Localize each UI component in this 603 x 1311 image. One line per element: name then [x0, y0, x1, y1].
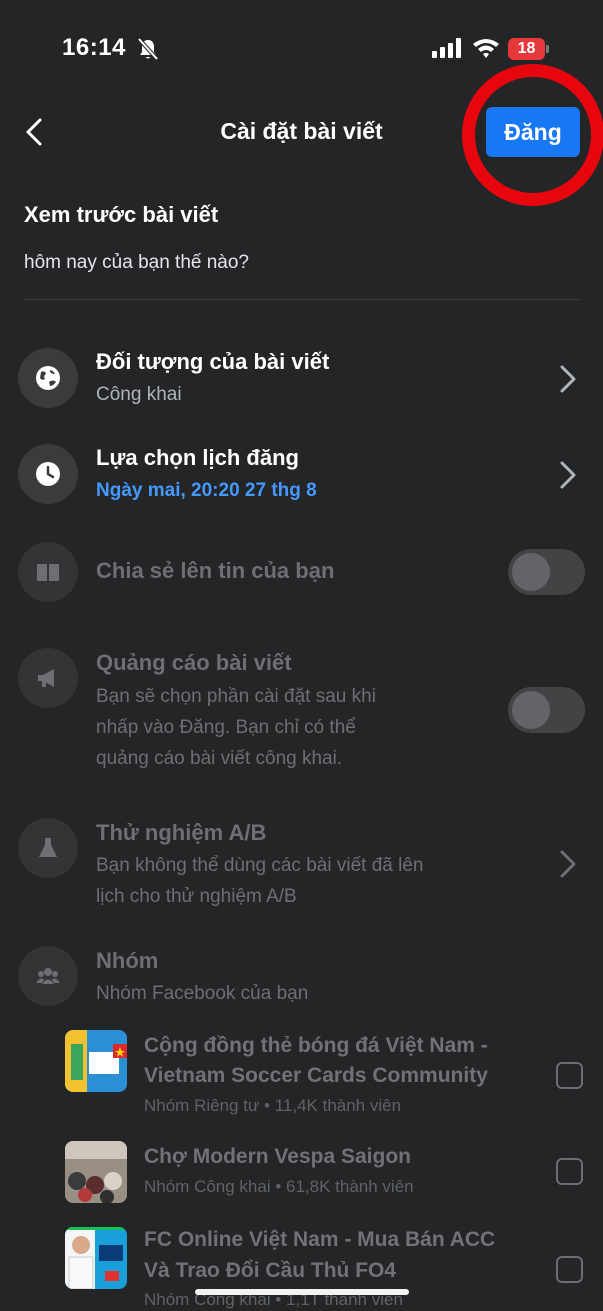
schedule-value: Ngày mai, 20:20 27 thg 8 [96, 480, 317, 501]
share-story-toggle[interactable] [508, 549, 585, 595]
group-checkbox[interactable] [556, 1256, 583, 1283]
divider [24, 299, 579, 300]
audience-title: Đối tượng của bài viết [96, 349, 330, 374]
group-checkbox[interactable] [556, 1062, 583, 1089]
boost-desc-line2: nhấp vào Đăng. Bạn chỉ có thể [96, 717, 356, 738]
schedule-row[interactable]: Lựa chọn lịch đăng Ngày mai, 20:20 27 th… [0, 444, 603, 508]
post-button[interactable]: Đăng [486, 107, 580, 157]
group-name-line2: Vietnam Soccer Cards Community [144, 1064, 488, 1087]
clock-icon [18, 444, 78, 504]
status-bar: 16:14 18 [0, 0, 603, 96]
group-name-line1: Chợ Modern Vespa Saigon [144, 1145, 411, 1168]
boost-title: Quảng cáo bài viết [96, 650, 292, 675]
boost-post-row: Quảng cáo bài viết Bạn sẽ chọn phần cài … [0, 648, 603, 778]
share-story-title: Chia sẻ lên tin của bạn [96, 558, 335, 583]
battery-level: 18 [508, 38, 545, 60]
bell-muted-icon [137, 37, 159, 61]
group-thumbnail [65, 1141, 127, 1203]
boost-desc-line3: quảng cáo bài viết công khai. [96, 748, 343, 769]
chevron-right-icon [560, 850, 576, 878]
group-list-item[interactable]: FC Online Việt Nam - Mua Bán ACC Và Trao… [0, 1224, 603, 1311]
group-meta: Nhóm Riêng tư • 11,4K thành viên [144, 1096, 402, 1115]
group-name-line1: FC Online Việt Nam - Mua Bán ACC [144, 1228, 496, 1251]
wifi-icon [473, 39, 499, 58]
battery-tip [546, 45, 549, 53]
ab-test-desc-line2: lịch cho thử nghiệm A/B [96, 886, 297, 907]
ab-test-desc-line1: Bạn không thể dùng các bài viết đã lên [96, 855, 424, 876]
toggle-knob [512, 553, 550, 591]
audience-value: Công khai [96, 384, 182, 405]
chevron-right-icon [560, 461, 576, 489]
globe-icon [18, 348, 78, 408]
status-time: 16:14 [62, 34, 126, 61]
back-chevron-icon[interactable] [20, 114, 50, 150]
boost-toggle[interactable] [508, 687, 585, 733]
cellular-signal-icon [432, 38, 461, 58]
book-icon [18, 542, 78, 602]
nav-bar: Cài đặt bài viết Đăng [0, 64, 603, 206]
flask-icon [18, 818, 78, 878]
group-list-item[interactable]: Cộng đồng thẻ bóng đá Việt Nam - Vietnam… [0, 1030, 603, 1120]
group-name-line2: Và Trao Đổi Cầu Thủ FO4 [144, 1259, 397, 1282]
toggle-knob [512, 691, 550, 729]
battery-indicator: 18 [508, 38, 550, 60]
group-name-line1: Cộng đồng thẻ bóng đá Việt Nam - [144, 1034, 488, 1057]
preview-heading: Xem trước bài viết [24, 202, 219, 227]
megaphone-icon [18, 648, 78, 708]
group-thumbnail [65, 1030, 127, 1092]
home-indicator [195, 1289, 409, 1295]
schedule-title: Lựa chọn lịch đăng [96, 445, 299, 470]
group-thumbnail [65, 1227, 127, 1289]
audience-row[interactable]: Đối tượng của bài viết Công khai [0, 348, 603, 412]
group-people-icon [18, 946, 78, 1006]
groups-title: Nhóm [96, 948, 159, 973]
ab-test-row: Thử nghiệm A/B Bạn không thể dùng các bà… [0, 818, 603, 914]
group-checkbox[interactable] [556, 1158, 583, 1185]
groups-subtitle: Nhóm Facebook của bạn [96, 983, 309, 1004]
chevron-right-icon [560, 365, 576, 393]
group-list-item[interactable]: Chợ Modern Vespa Saigon Nhóm Công khai •… [0, 1141, 603, 1203]
share-to-story-row: Chia sẻ lên tin của bạn [0, 542, 603, 602]
ab-test-title: Thử nghiệm A/B [96, 820, 267, 845]
group-meta: Nhóm Công khai • 61,8K thành viên [144, 1177, 414, 1196]
boost-desc-line1: Bạn sẽ chọn phần cài đặt sau khi [96, 686, 376, 707]
groups-row: Nhóm Nhóm Facebook của bạn [0, 946, 603, 1010]
preview-text: hôm nay của bạn thế nào? [24, 252, 250, 273]
